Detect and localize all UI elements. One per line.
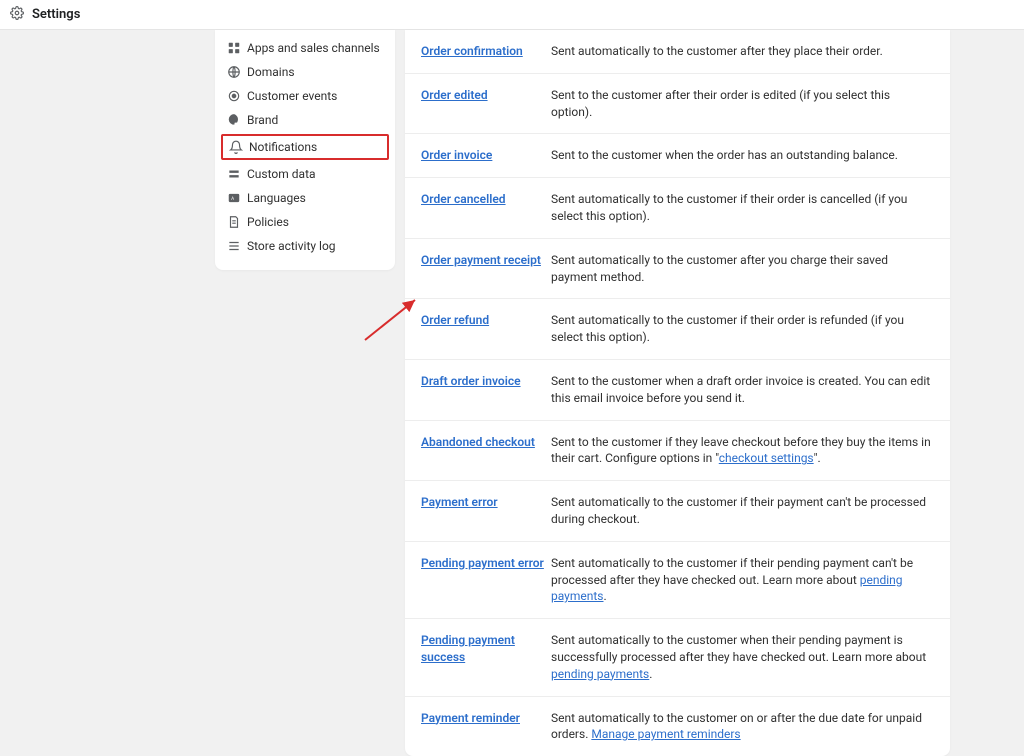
notification-link-order-confirmation[interactable]: Order confirmation	[421, 44, 523, 58]
notification-desc: Sent automatically to the customer on or…	[551, 710, 934, 744]
sidebar-item-label: Store activity log	[247, 239, 336, 253]
sidebar-item-brand[interactable]: Brand	[215, 108, 395, 132]
sidebar-item-customer-events[interactable]: Customer events	[215, 84, 395, 108]
sidebar-item-label: Customer events	[247, 89, 337, 103]
desc-text: Sent automatically to the customer if th…	[551, 556, 913, 587]
sidebar-item-label: Custom data	[247, 167, 316, 181]
sidebar-item-languages[interactable]: A Languages	[215, 186, 395, 210]
desc-text: Sent automatically to the customer when …	[551, 633, 926, 664]
checkout-settings-link[interactable]: checkout settings	[719, 451, 814, 465]
notification-link-pending-payment-error[interactable]: Pending payment error	[421, 556, 544, 570]
notification-row: Order payment receipt Sent automatically…	[405, 239, 950, 300]
notification-row: Order refund Sent automatically to the c…	[405, 299, 950, 360]
notification-row: Draft order invoice Sent to the customer…	[405, 360, 950, 421]
notification-link-pending-payment-success[interactable]: Pending payment success	[421, 633, 515, 664]
notification-row: Pending payment error Sent automatically…	[405, 542, 950, 619]
bell-icon	[229, 140, 249, 154]
globe-icon	[227, 65, 247, 79]
sidebar-item-activity[interactable]: Store activity log	[215, 234, 395, 258]
notification-link-order-cancelled[interactable]: Order cancelled	[421, 192, 506, 206]
language-icon: A	[227, 191, 247, 205]
svg-text:A: A	[231, 196, 234, 202]
pending-payments-link[interactable]: pending payments	[551, 667, 649, 681]
notification-desc: Sent automatically to the customer if th…	[551, 191, 934, 225]
notification-row: Payment reminder Sent automatically to t…	[405, 697, 950, 756]
settings-sidebar: Apps and sales channels Domains Customer…	[215, 30, 395, 270]
target-icon	[227, 89, 247, 103]
notification-link-abandoned-checkout[interactable]: Abandoned checkout	[421, 435, 535, 449]
sidebar-item-custom-data[interactable]: Custom data	[215, 162, 395, 186]
notification-desc: Sent automatically to the customer when …	[551, 632, 934, 682]
notification-desc: Sent to the customer when a draft order …	[551, 373, 934, 407]
notification-desc: Sent automatically to the customer if th…	[551, 555, 934, 605]
gear-icon	[10, 6, 24, 24]
notification-link-order-refund[interactable]: Order refund	[421, 313, 489, 327]
desc-text: ".	[814, 451, 821, 465]
notification-row: Payment error Sent automatically to the …	[405, 481, 950, 542]
document-icon	[227, 215, 247, 229]
page-title: Settings	[32, 7, 80, 22]
notification-desc: Sent automatically to the customer if th…	[551, 312, 934, 346]
manage-reminders-link[interactable]: Manage payment reminders	[591, 727, 740, 741]
notification-desc: Sent automatically to the customer if th…	[551, 494, 934, 528]
notification-link-draft-invoice[interactable]: Draft order invoice	[421, 374, 521, 388]
notification-desc: Sent to the customer after their order i…	[551, 87, 934, 121]
topbar: Settings	[0, 0, 1024, 30]
notification-row: Order invoice Sent to the customer when …	[405, 134, 950, 178]
notification-row: Order confirmation Sent automatically to…	[405, 30, 950, 74]
notification-link-payment-receipt[interactable]: Order payment receipt	[421, 253, 541, 267]
desc-text: .	[649, 667, 652, 681]
notification-link-payment-reminder[interactable]: Payment reminder	[421, 711, 520, 725]
paint-icon	[227, 113, 247, 127]
notification-link-order-invoice[interactable]: Order invoice	[421, 148, 492, 162]
sidebar-item-label: Policies	[247, 215, 289, 229]
sidebar-item-label: Notifications	[249, 140, 317, 154]
notification-row: Order cancelled Sent automatically to th…	[405, 178, 950, 239]
database-icon	[227, 167, 247, 181]
sidebar-item-domains[interactable]: Domains	[215, 60, 395, 84]
notification-row: Order edited Sent to the customer after …	[405, 74, 950, 135]
notification-desc: Sent to the customer when the order has …	[551, 147, 934, 164]
notification-row: Pending payment success Sent automatical…	[405, 619, 950, 696]
sidebar-item-policies[interactable]: Policies	[215, 210, 395, 234]
sidebar-item-notifications[interactable]: Notifications	[221, 134, 389, 160]
sidebar-item-label: Brand	[247, 113, 278, 127]
notification-desc: Sent to the customer if they leave check…	[551, 434, 934, 468]
notification-desc: Sent automatically to the customer after…	[551, 252, 934, 286]
sidebar-item-label: Apps and sales channels	[247, 41, 380, 55]
notification-row: Abandoned checkout Sent to the customer …	[405, 421, 950, 482]
sidebar-item-label: Domains	[247, 65, 295, 79]
desc-text: .	[604, 589, 607, 603]
sidebar-item-apps[interactable]: Apps and sales channels	[215, 36, 395, 60]
notification-link-order-edited[interactable]: Order edited	[421, 88, 488, 102]
notification-link-payment-error[interactable]: Payment error	[421, 495, 498, 509]
notifications-list: Order confirmation Sent automatically to…	[405, 30, 950, 756]
list-icon	[227, 239, 247, 253]
sidebar-item-label: Languages	[247, 191, 306, 205]
notification-desc: Sent automatically to the customer after…	[551, 43, 934, 60]
grid-icon	[227, 41, 247, 55]
